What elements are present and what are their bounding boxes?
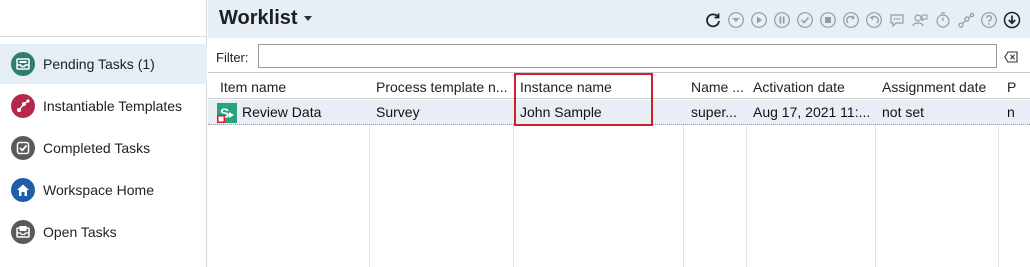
filter-label: Filter:	[216, 50, 249, 65]
worklist-panel: Worklist Filter: Item name Process templ…	[208, 0, 1030, 267]
cell-activation-date: Aug 17, 2021 11:...	[753, 104, 871, 120]
title-bar: Worklist	[208, 0, 1030, 38]
column-header-name[interactable]: Name ...	[691, 79, 745, 95]
sidebar-item-pending-tasks[interactable]: Pending Tasks (1)	[0, 44, 207, 84]
sidebar-item-completed-tasks[interactable]: Completed Tasks	[0, 128, 207, 168]
cell-instance-name: John Sample	[520, 104, 602, 120]
timer-icon[interactable]	[933, 11, 952, 30]
table-row[interactable]: S Review Data Survey John Sample super..…	[208, 100, 1030, 125]
column-header-item-name[interactable]: Item name	[220, 79, 365, 95]
refresh-icon[interactable]	[703, 11, 722, 30]
process-icon	[11, 94, 35, 118]
sidebar-divider	[0, 36, 207, 37]
sidebar-item-workspace-home[interactable]: Workspace Home	[0, 170, 207, 210]
column-header-activation-date[interactable]: Activation date	[753, 79, 873, 95]
undo-icon[interactable]	[864, 11, 883, 30]
toolbar	[703, 9, 1021, 31]
worklist-table: Item name Process template n... Instance…	[208, 72, 1030, 267]
cell-p: n	[1007, 104, 1015, 120]
table-header: Item name Process template n... Instance…	[208, 73, 1030, 99]
inbox-icon	[11, 52, 35, 76]
cell-process-template: Survey	[376, 104, 420, 120]
sidebar-item-open-tasks[interactable]: Open Tasks	[0, 212, 207, 252]
redo-icon[interactable]	[841, 11, 860, 30]
sidebar-item-label: Instantiable Templates	[43, 98, 183, 114]
stop-icon[interactable]	[818, 11, 837, 30]
complete-icon[interactable]	[795, 11, 814, 30]
download-icon[interactable]	[1002, 11, 1021, 30]
column-header-p[interactable]: P	[1007, 79, 1029, 95]
chevron-down-icon[interactable]	[304, 16, 312, 21]
column-header-assignment-date[interactable]: Assignment date	[882, 79, 996, 95]
sidebar: Pending Tasks (1) Instantiable Templates…	[0, 0, 207, 267]
sidebar-item-label: Workspace Home	[43, 182, 155, 198]
sidebar-item-label: Completed Tasks	[43, 140, 151, 156]
help-icon[interactable]	[979, 11, 998, 30]
delegate-icon[interactable]	[910, 11, 929, 30]
column-header-process-template[interactable]: Process template n...	[376, 79, 510, 95]
page-title[interactable]: Worklist	[219, 7, 298, 30]
open-tray-icon	[11, 220, 35, 244]
task-item-icon: S	[217, 103, 237, 123]
claim-icon[interactable]	[726, 11, 745, 30]
sidebar-item-label: Open Tasks	[43, 224, 117, 240]
comment-icon[interactable]	[887, 11, 906, 30]
cell-item-name: Review Data	[242, 104, 322, 120]
checkmark-icon	[11, 136, 35, 160]
sidebar-item-label: Pending Tasks (1)	[43, 56, 155, 72]
start-icon[interactable]	[749, 11, 768, 30]
column-header-instance-name[interactable]: Instance name	[520, 79, 680, 95]
pause-icon[interactable]	[772, 11, 791, 30]
filter-row: Filter:	[208, 38, 1030, 72]
clear-filter-icon[interactable]	[1004, 50, 1018, 63]
home-icon	[11, 178, 35, 202]
sidebar-item-instantiable-templates[interactable]: Instantiable Templates	[0, 86, 207, 126]
cell-assignment-date: not set	[882, 104, 925, 120]
cell-name: super...	[691, 104, 737, 120]
process-icon[interactable]	[956, 11, 975, 30]
filter-input[interactable]	[258, 44, 997, 68]
